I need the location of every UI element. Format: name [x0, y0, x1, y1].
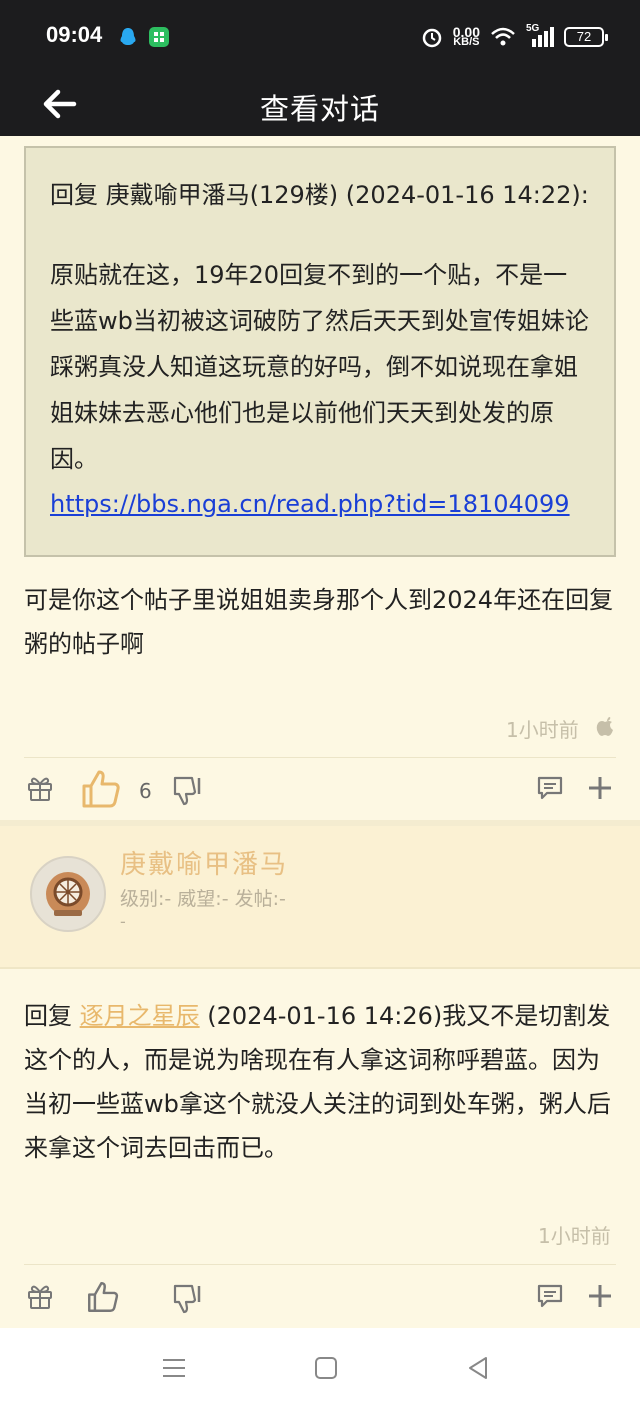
- post-content: 可是你这个帖子里说姐姐卖身那个人到2024年还在回复粥的帖子啊: [24, 586, 614, 658]
- divider: [24, 757, 616, 758]
- quote-header: 回复 庚戴喻甲潘马(129楼) (2024-01-16 14:22):: [50, 181, 589, 209]
- qq-icon: [120, 28, 136, 45]
- page-title: 查看对话: [259, 92, 380, 126]
- signal-icon: 5G: [526, 23, 554, 49]
- status-bar: 09:04 0.00 KB/S 5G 72: [0, 0, 640, 72]
- dislike-icon[interactable]: [172, 774, 204, 806]
- post-content: 回复 逐月之星辰 (2024-01-16 14:26)我又不是切割发这个的人，而…: [24, 994, 616, 1170]
- reply-user-link[interactable]: 逐月之星辰: [80, 1002, 200, 1030]
- user-stats: 级别:- 威望:- 发帖:-: [120, 888, 286, 910]
- back-icon[interactable]: [462, 1352, 494, 1384]
- app-notification-icon: [149, 27, 169, 47]
- comment-icon[interactable]: [536, 1282, 564, 1310]
- app-header: 查看对话: [0, 72, 640, 136]
- quote-link[interactable]: https://bbs.nga.cn/read.php?tid=18104099: [50, 484, 590, 524]
- diver-helmet-icon: [46, 872, 90, 916]
- gift-icon[interactable]: [26, 1282, 54, 1310]
- comment-icon[interactable]: [536, 774, 564, 802]
- plus-icon[interactable]: [586, 1282, 614, 1310]
- plus-icon[interactable]: [586, 774, 614, 802]
- gift-icon[interactable]: [26, 774, 54, 802]
- user-stats-extra: -: [120, 912, 126, 931]
- menu-icon[interactable]: [158, 1352, 190, 1384]
- avatar[interactable]: [30, 856, 106, 932]
- system-nav-bar: [0, 1328, 640, 1408]
- divider: [0, 967, 640, 969]
- status-right: 0.00 KB/S 5G 72: [421, 22, 608, 52]
- post-time: 1小时前: [506, 718, 579, 742]
- like-icon[interactable]: [86, 1280, 120, 1314]
- dislike-icon[interactable]: [172, 1282, 204, 1314]
- user-info: 庚戴喻甲潘马 级别:- 威望:- 发帖:- -: [0, 826, 640, 968]
- alarm-icon: [422, 28, 441, 48]
- like-icon[interactable]: [80, 768, 122, 810]
- home-icon[interactable]: [310, 1352, 342, 1384]
- quote-block: 回复 庚戴喻甲潘马(129楼) (2024-01-16 14:22): 原贴就在…: [24, 146, 616, 557]
- status-time: 09:04: [46, 22, 103, 47]
- post-time: 1小时前: [538, 1224, 611, 1248]
- quote-body: 原贴就在这，19年20回复不到的一个贴，不是一些蓝wb当初被这词破防了然后天天到…: [50, 261, 589, 473]
- wifi-icon: [491, 27, 515, 46]
- username[interactable]: 庚戴喻甲潘马: [120, 844, 288, 881]
- apple-icon: [596, 717, 613, 736]
- netspeed: 0.00 KB/S: [452, 24, 480, 48]
- post-actions: [0, 1268, 640, 1328]
- reply-prefix: 回复: [24, 1002, 80, 1030]
- divider: [24, 1264, 616, 1265]
- battery-indicator: 72: [564, 27, 608, 47]
- like-count: 6: [139, 779, 152, 803]
- post-actions: 6: [0, 760, 640, 820]
